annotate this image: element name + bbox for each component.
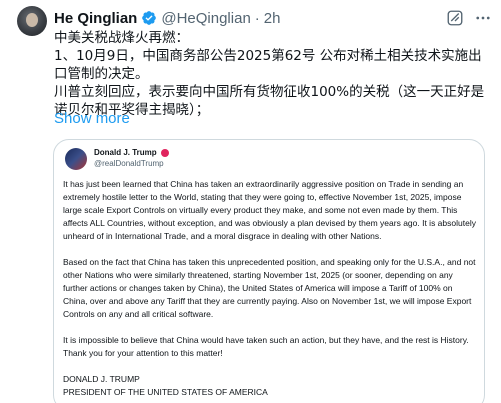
tweet-header: He Qinglian @HeQinglian · 2h (54, 8, 280, 28)
embedded-post-card[interactable]: Donald J. Trump @realDonaldTrump It has … (53, 139, 485, 403)
tweet-text: 中美关税战烽火再燃： 1、10月9日，中国商务部公告2025第62号 公布对稀土… (54, 29, 486, 119)
signature-title: PRESIDENT OF THE UNITED STATES OF AMERIC… (63, 387, 268, 397)
grok-icon[interactable] (445, 8, 465, 28)
embedded-author-handle: @realDonaldTrump (94, 159, 164, 168)
embedded-author-name-row: Donald J. Trump (94, 148, 169, 157)
embedded-paragraph-3: It is impossible to believe that China w… (63, 335, 469, 358)
verified-badge-icon (142, 11, 157, 25)
separator: · (254, 9, 260, 27)
signature-name: DONALD J. TRUMP (63, 374, 140, 384)
author-handle[interactable]: @HeQinglian (161, 10, 250, 27)
timestamp[interactable]: 2h (264, 10, 281, 27)
tweet-line-1: 中美关税战烽火再燃： (54, 30, 189, 46)
embedded-paragraph-1: It has just been learned that China has … (63, 179, 476, 241)
author-avatar[interactable] (17, 6, 47, 36)
tweet-line-2: 1、10月9日，中国商务部公告2025第62号 公布对稀土相关技术实施出口管制的… (54, 48, 482, 82)
embedded-paragraph-2: Based on the fact that China has taken t… (63, 257, 476, 319)
embedded-author-avatar (65, 148, 87, 170)
embedded-author-name: Donald J. Trump (94, 148, 157, 157)
embedded-post-body: It has just been learned that China has … (63, 178, 477, 399)
embedded-badge-icon (160, 148, 169, 157)
show-more-link[interactable]: Show more (54, 110, 130, 127)
more-options-icon[interactable] (473, 8, 493, 28)
author-name[interactable]: He Qinglian (54, 10, 137, 27)
